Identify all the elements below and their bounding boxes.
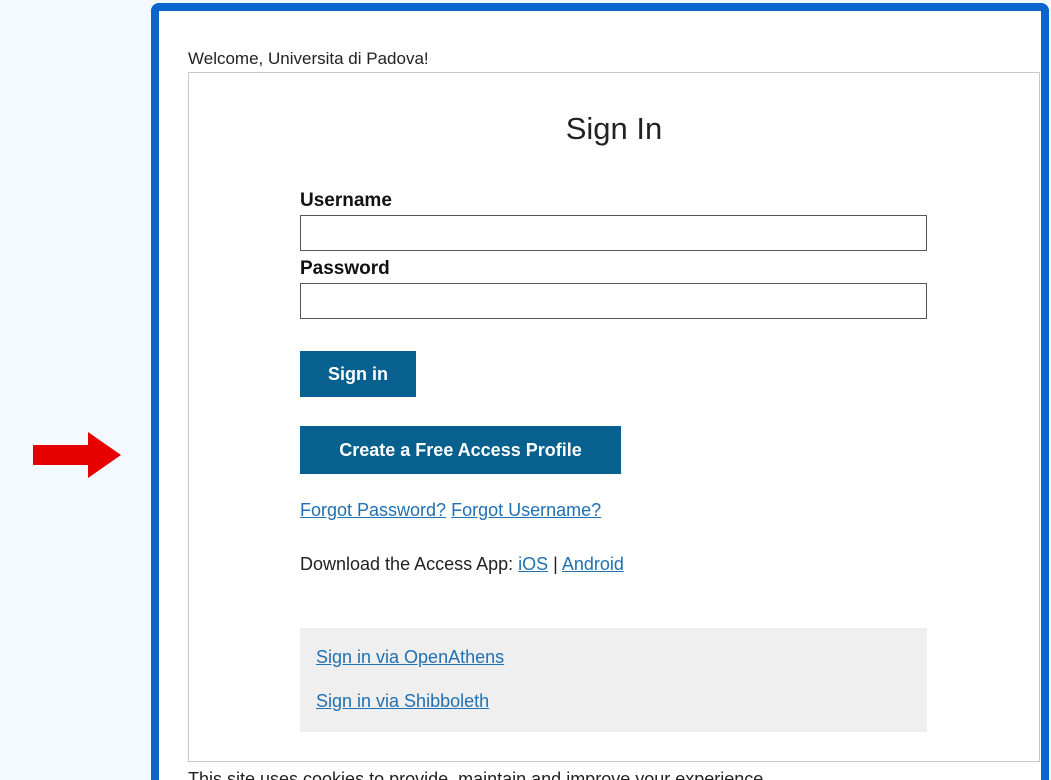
right-arrow-icon xyxy=(33,432,121,478)
forgot-username-link[interactable]: Forgot Username? xyxy=(451,500,601,520)
sign-in-box: Sign In Username Password Sign in Create… xyxy=(188,72,1040,762)
sign-in-panel: Welcome, Universita di Padova! Sign In U… xyxy=(151,3,1049,780)
link-separator: | xyxy=(548,554,562,574)
page-title: Sign In xyxy=(565,111,663,146)
openathens-link[interactable]: Sign in via OpenAthens xyxy=(316,647,504,668)
download-app-line: Download the Access App: iOS | Android xyxy=(300,554,624,575)
username-input[interactable] xyxy=(300,215,927,251)
ios-link[interactable]: iOS xyxy=(518,554,548,574)
cookie-notice: This site uses cookies to provide, maint… xyxy=(188,769,764,780)
create-profile-button[interactable]: Create a Free Access Profile xyxy=(300,426,621,474)
password-label: Password xyxy=(300,258,390,279)
username-label: Username xyxy=(300,190,392,211)
download-app-text: Download the Access App: xyxy=(300,554,519,574)
forgot-password-link[interactable]: Forgot Password? xyxy=(300,500,446,520)
sign-in-button[interactable]: Sign in xyxy=(300,351,416,397)
password-input[interactable] xyxy=(300,283,927,319)
welcome-message: Welcome, Universita di Padova! xyxy=(188,49,429,68)
android-link[interactable]: Android xyxy=(562,554,624,574)
forgot-links: Forgot Password? Forgot Username? xyxy=(300,500,601,521)
alternate-sign-in-box: Sign in via OpenAthens Sign in via Shibb… xyxy=(300,628,927,732)
shibboleth-link[interactable]: Sign in via Shibboleth xyxy=(316,691,489,712)
